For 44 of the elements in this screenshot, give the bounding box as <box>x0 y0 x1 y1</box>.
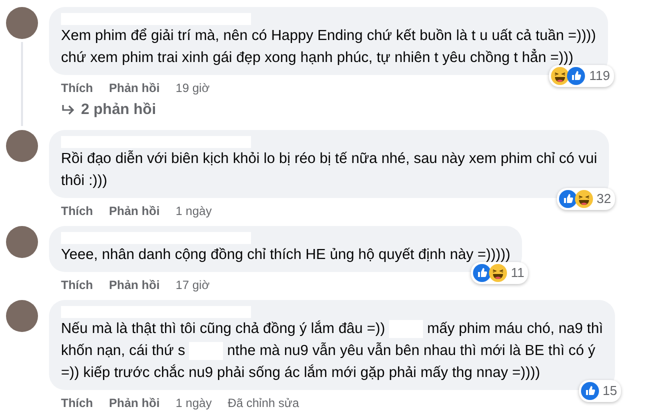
timestamp: 19 giờ <box>176 81 210 95</box>
timestamp: 1 ngày <box>176 396 212 410</box>
avatar[interactable] <box>6 300 38 332</box>
reply-link[interactable]: Phản hồi <box>109 81 160 95</box>
comment-text: thôi :))) <box>61 172 108 191</box>
reply-link[interactable]: Phản hồi <box>109 278 160 292</box>
like-link[interactable]: Thích <box>61 81 93 95</box>
avatar[interactable] <box>6 7 38 39</box>
view-replies-link[interactable]: 2 phản hồi <box>81 101 156 118</box>
like-link[interactable]: Thích <box>61 396 93 410</box>
comment-text: Rồi đạo diễn với biên kịch khỏi lo bị réo bị tế nữa nhé, sau này xem phim chỉ có vui <box>61 149 598 169</box>
reaction-badge[interactable]: 119 <box>549 65 614 87</box>
reaction-count: 11 <box>510 265 524 281</box>
like-icon <box>472 264 491 282</box>
avatar[interactable] <box>6 226 38 258</box>
reaction-badge[interactable]: 11 <box>470 262 528 284</box>
comment-text: Xem phim để giải trí mà, nên có Happy Ending chứ kết buồn là t u uất cả tuần =)))) <box>61 27 596 46</box>
reaction-count: 119 <box>589 68 610 84</box>
avatar[interactable] <box>6 130 38 162</box>
comment-text: mấy phim máu chó, na9 thì <box>427 320 604 339</box>
comment-text: nthe mà nu9 vẫn yêu vẫn bên nhau thì mới là BE thì có ý <box>227 341 596 361</box>
reply-link[interactable]: Phản hồi <box>109 396 160 410</box>
like-icon <box>558 190 577 208</box>
timestamp: 17 giờ <box>176 278 210 292</box>
comment-text: khốn nạn, cái thứ s <box>61 342 186 361</box>
reaction-count: 32 <box>596 191 612 207</box>
like-icon <box>567 67 586 85</box>
laughing-face-icon <box>488 264 507 282</box>
laughing-face-icon <box>551 67 570 85</box>
like-icon <box>580 382 599 400</box>
edited-label: Đã chỉnh sửa <box>228 396 300 410</box>
like-link[interactable]: Thích <box>61 204 93 218</box>
laughing-face-icon <box>574 190 593 208</box>
reply-link[interactable]: Phản hồi <box>109 204 160 218</box>
comment-text: Yeee, nhân danh cộng đồng chỉ thích HE ủng hộ quyết định này =))))) <box>61 246 510 265</box>
like-link[interactable]: Thích <box>61 278 93 292</box>
comment-text: =)) kiếp trước chắc nu9 phải sống ác lắm mới gặp phải mấy thg nnay =)))) <box>61 363 540 383</box>
comment-text: chứ xem phim trai xinh gái đẹp xong hạnh phúc, tự nhiên t yêu chồng t hẳn =))) <box>61 48 574 68</box>
comment-text: Nếu mà là thật thì tôi cũng chả đồng ý lắm đâu =)) <box>61 319 386 339</box>
timestamp: 1 ngày <box>176 204 212 218</box>
reaction-count: 15 <box>602 383 618 399</box>
reaction-badge[interactable]: 15 <box>578 380 622 402</box>
reaction-badge[interactable]: 32 <box>556 188 616 210</box>
reply-arrow-icon <box>61 104 75 116</box>
